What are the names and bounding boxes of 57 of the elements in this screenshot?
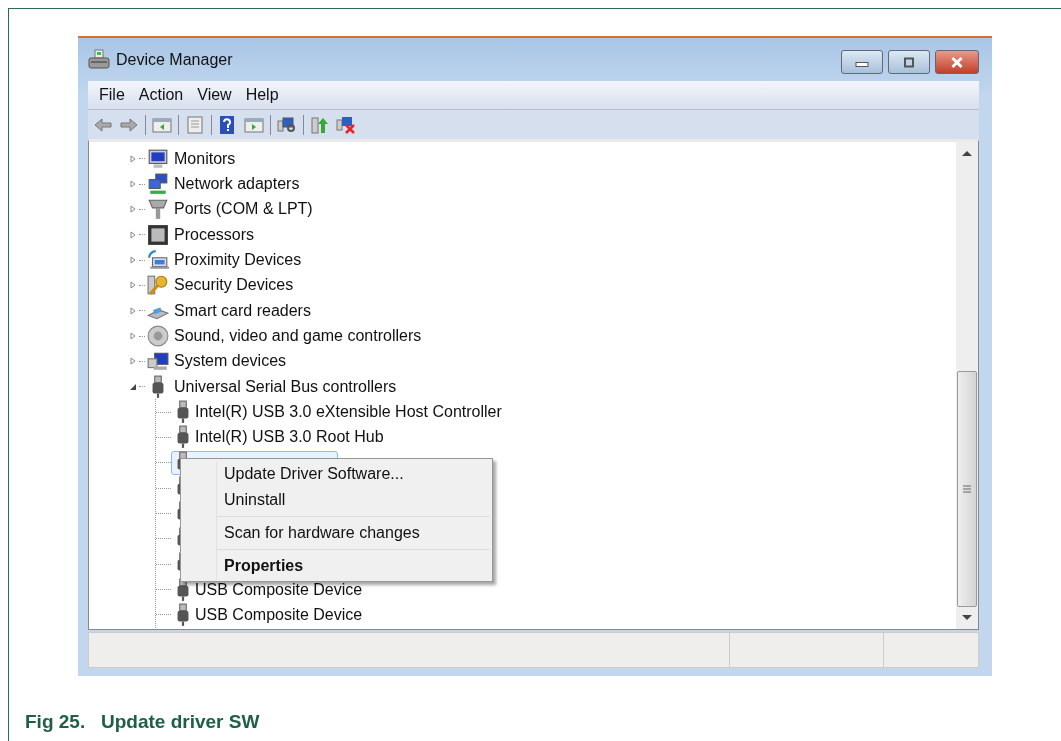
tree-item[interactable]: Sound, video and game controllers xyxy=(174,327,422,346)
tree-item[interactable]: Smart card readers xyxy=(174,301,311,320)
collapse-arrow-icon[interactable] xyxy=(129,382,137,391)
maximize-button[interactable] xyxy=(888,50,930,74)
figure-caption: Fig 25. Update driver SW xyxy=(25,711,261,733)
device-manager-icon xyxy=(88,48,110,71)
network-icon xyxy=(147,173,169,195)
menu-item[interactable]: Help xyxy=(245,86,287,104)
close-icon[interactable] xyxy=(949,56,965,68)
expand-arrow-icon[interactable] xyxy=(129,357,137,366)
expand-arrow-icon[interactable] xyxy=(129,281,137,290)
laptop-icon xyxy=(147,249,169,272)
scrollbar-thumb[interactable] xyxy=(957,371,977,607)
chip-icon xyxy=(147,223,169,246)
menu-item[interactable]: View xyxy=(197,86,240,104)
menu-item[interactable]: Action xyxy=(138,86,192,104)
tree-item[interactable]: System devices xyxy=(174,352,287,371)
expand-arrow-icon[interactable] xyxy=(129,205,137,214)
minimize-button[interactable] xyxy=(841,50,883,74)
expand-arrow-icon[interactable] xyxy=(129,230,137,239)
tree-item[interactable]: Proximity Devices xyxy=(174,251,302,270)
usb-plug-icon xyxy=(151,374,165,399)
window-title: Device Manager xyxy=(116,50,233,69)
tree-item[interactable]: Security Devices xyxy=(174,276,294,295)
context-menu-item[interactable]: Update Driver Software... xyxy=(183,461,490,487)
scroll-down-icon[interactable] xyxy=(962,615,972,621)
tree-item[interactable]: Network adapters xyxy=(174,175,300,193)
expand-arrow-icon[interactable] xyxy=(129,154,137,163)
expand-arrow-icon[interactable] xyxy=(129,332,137,341)
tree-item[interactable]: Monitors xyxy=(174,149,236,168)
maximize-icon[interactable] xyxy=(901,56,917,68)
properties-sheet-icon[interactable] xyxy=(185,114,205,135)
monitor-icon xyxy=(147,147,169,170)
vertical-scrollbar[interactable] xyxy=(956,142,978,629)
device-item[interactable]: USB Composite Device xyxy=(171,602,368,627)
scroll-up-icon[interactable] xyxy=(962,150,972,156)
port-icon xyxy=(147,198,169,221)
usb-plug-icon xyxy=(176,602,190,627)
tree-item[interactable]: Universal Serial Bus controllers xyxy=(174,377,397,396)
device-item[interactable]: Intel(R) USB 3.0 Root Hub xyxy=(171,425,389,450)
update-arrow-icon[interactable] xyxy=(310,114,330,135)
context-menu-item[interactable]: Properties xyxy=(183,553,490,579)
tree-item[interactable]: Ports (COM & LPT) xyxy=(174,200,313,219)
tree-item[interactable]: Processors xyxy=(174,225,255,244)
scan-monitor-icon[interactable] xyxy=(277,114,297,135)
key-icon xyxy=(147,274,169,297)
usb-plug-icon xyxy=(176,400,190,425)
computer-icon xyxy=(147,350,169,373)
expand-arrow-icon[interactable] xyxy=(129,180,137,188)
close-button[interactable] xyxy=(935,50,979,74)
expand-arrow-icon[interactable] xyxy=(129,306,137,315)
device-item[interactable]: Intel(R) USB 3.0 eXtensible Host Controller xyxy=(171,400,507,425)
expand-arrow-icon[interactable] xyxy=(129,256,137,265)
usb-plug-icon xyxy=(176,425,190,450)
menu-item[interactable]: File xyxy=(99,86,133,104)
speaker-icon xyxy=(147,325,169,348)
remove-device-icon[interactable] xyxy=(336,114,356,135)
